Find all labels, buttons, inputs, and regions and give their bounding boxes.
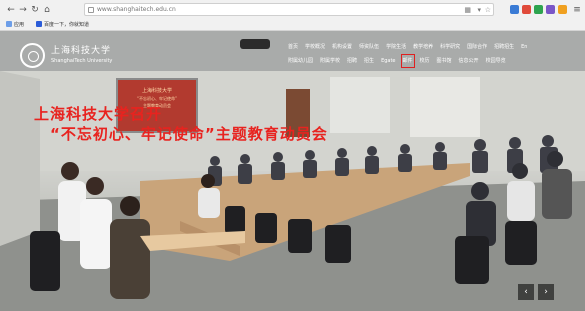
nav-item-admissions[interactable]: 招生 [364,56,374,66]
nav-item-mail[interactable]: 邮件 [400,54,415,68]
nav-item-about[interactable]: 学校概况 [305,42,325,52]
nav-item-recruitment[interactable]: 招聘招生 [494,42,514,52]
nav-item-kindergarten[interactable]: 附属幼儿园 [288,56,313,66]
extension-icon[interactable] [546,5,555,14]
browser-chrome: ← → ↻ ⌂ www.shanghaitech.edu.cn ▦ ▾ ☆ ≡ … [0,0,585,31]
nav-item-calendar[interactable]: 校历 [420,56,430,66]
nav-item-international[interactable]: 国际合作 [467,42,487,52]
bookmarks-bar: 应用 百度一下，你就知道 [0,20,585,31]
url-text: www.shanghaitech.edu.cn [97,6,176,13]
nav-item-campus-tour[interactable]: 校园导览 [486,56,506,66]
forward-icon[interactable]: → [18,5,28,15]
site-logo[interactable]: 上海科技大学 ShanghaiTech University [20,43,140,73]
primary-nav: 首页 学校概况 机构设置 师资队伍 学院生活 教学培养 科学研究 国际合作 招聘招生 En [288,42,534,52]
nav-item-organization[interactable]: 机构设置 [332,42,352,52]
bookmark-apps[interactable]: 应用 [6,21,24,29]
lock-icon [88,7,94,13]
extension-icon[interactable] [522,5,531,14]
extension-icon[interactable] [558,5,567,14]
nav-item-egate[interactable]: Egate [381,56,395,66]
menu-icon[interactable]: ≡ [572,5,582,15]
address-bar[interactable]: www.shanghaitech.edu.cn ▦ ▾ ☆ [84,3,494,16]
nav-item-home[interactable]: 首页 [288,42,298,52]
hero-headline-line1[interactable]: 上海科技大学召开 [34,105,162,123]
dropdown-icon[interactable]: ▾ [477,6,481,15]
extension-icon[interactable] [534,5,543,14]
hero-headline-line2[interactable]: “不忘初心、牢记使命”主题教育动员会 [50,125,328,143]
browser-toolbar: ← → ↻ ⌂ www.shanghaitech.edu.cn ▦ ▾ ☆ ≡ [0,0,585,20]
star-icon[interactable]: ☆ [485,6,491,15]
nav-item-research[interactable]: 科学研究 [440,42,460,52]
back-icon[interactable]: ← [6,5,16,15]
screen-line: 上海科技大学 [141,88,172,94]
nav-item-campus-life[interactable]: 学院生活 [386,42,406,52]
home-icon[interactable]: ⌂ [42,5,52,15]
carousel-next-button[interactable]: › [538,284,554,300]
grid-icon[interactable]: ▦ [464,6,471,15]
apps-icon [6,21,12,27]
nav-item-info-disclosure[interactable]: 信息公开 [459,56,479,66]
nav-item-library[interactable]: 图书馆 [437,56,452,66]
baidu-icon [36,21,42,27]
extension-icon[interactable] [510,5,519,14]
carousel-prev-button[interactable]: ‹ [518,284,534,300]
nav-item-faculty[interactable]: 师资队伍 [359,42,379,52]
hero-photo [0,31,585,311]
nav-item-jobs[interactable]: 招聘 [347,56,357,66]
nav-item-school[interactable]: 附属学校 [320,56,340,66]
logo-name-cn: 上海科技大学 [51,46,112,56]
screen-line: “不忘初心、牢记使命” [136,96,178,101]
nav-item-english[interactable]: En [521,42,527,52]
university-seal-icon [20,43,45,68]
bookmark-baidu[interactable]: 百度一下，你就知道 [36,21,89,29]
reload-icon[interactable]: ↻ [30,5,40,15]
logo-name-en: ShanghaiTech University [51,58,113,64]
nav-item-education[interactable]: 教学培养 [413,42,433,52]
secondary-nav: 附属幼儿园 附属学校 招聘 招生 Egate 邮件 校历 图书馆 信息公开 校园导览 [288,54,513,68]
hero-banner: 上海科技大学 “不忘初心、牢记使命” 主题教育动员会 上海科技大学 Shangh… [0,31,585,311]
